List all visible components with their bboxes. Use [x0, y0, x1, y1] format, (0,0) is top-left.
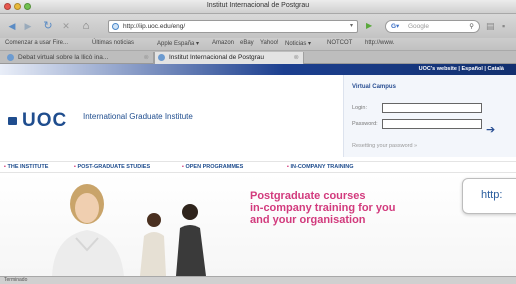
menu-label: POST-GRADUATE STUDIES — [77, 164, 151, 170]
logo-text: International Graduate Institute — [83, 112, 193, 121]
top-strip: UOC's website | Español | Català — [0, 64, 516, 75]
go-arrow-icon[interactable]: ▶ — [366, 22, 372, 30]
window-title: Institut Internacional de Postgrau — [206, 2, 310, 9]
tab-bar: Debat virtual sobre la llicò ina... ⊗ In… — [0, 50, 516, 64]
address-bar[interactable]: http://iip.uoc.edu/eng/ ▾ — [108, 20, 358, 33]
status-bar: Terminado — [0, 276, 516, 284]
bookmark-page-icon[interactable]: ▤ — [486, 20, 495, 32]
bookmark-item[interactable]: Comenzar a usar Fire... — [5, 40, 68, 46]
hero-banner: Postgraduate courses in-company training… — [0, 174, 516, 276]
site-links[interactable]: UOC's website | Español | Català — [419, 66, 504, 72]
main-menu: ▪ THE INSTITUTE ▪ POST-GRADUATE STUDIES … — [0, 161, 516, 173]
bookmark-item[interactable]: Últimas noticias — [92, 40, 134, 46]
bookmark-item[interactable]: Amazon — [212, 40, 234, 46]
headline-line: Postgraduate courses — [250, 190, 366, 202]
bookmark-item[interactable]: http://www. — [365, 40, 394, 46]
login-label: Login: — [352, 105, 367, 111]
search-icon[interactable]: ⚲ — [469, 21, 474, 32]
menu-label: IN-COMPANY TRAINING — [290, 164, 354, 170]
menu-item-postgraduate[interactable]: ▪ POST-GRADUATE STUDIES — [74, 164, 150, 170]
site-globe-icon — [112, 23, 119, 30]
password-input[interactable] — [382, 119, 482, 129]
tab-favicon-icon — [158, 54, 165, 61]
hero-headline: Postgraduate courses in-company training… — [250, 190, 480, 226]
url-dropdown-icon[interactable]: ▾ — [350, 21, 353, 32]
headline-line: in-company training for you — [250, 202, 396, 214]
menu-item-in-company[interactable]: ▪ IN-COMPANY TRAINING — [287, 164, 354, 170]
menu-label: THE INSTITUTE — [7, 164, 49, 170]
password-label: Password: — [352, 121, 378, 127]
hero-photo — [52, 184, 206, 276]
web-page: UOC's website | Español | Català UOC Int… — [0, 64, 516, 276]
menu-item-institute[interactable]: ▪ THE INSTITUTE — [4, 164, 48, 170]
url-text: http://iip.uoc.edu/eng/ — [123, 23, 186, 30]
search-placeholder: Google — [408, 23, 429, 30]
search-input[interactable]: G▾ Google ⚲ — [385, 20, 480, 33]
bookmark-item[interactable]: eBay — [240, 40, 254, 46]
status-text: Terminado — [4, 277, 28, 283]
browser-toolbar: ◀ ▶ ↻ ✕ ⌂ http://iip.uoc.edu/eng/ ▾ ▶ G▾… — [0, 14, 516, 38]
reload-icon[interactable]: ↻ — [42, 20, 54, 32]
headline-line: and your organisation — [250, 214, 366, 226]
tab-debat[interactable]: Debat virtual sobre la llicò ina... ⊗ — [4, 52, 154, 64]
close-tab-icon[interactable]: ⊗ — [144, 52, 149, 63]
close-tab-icon[interactable]: ⊗ — [294, 52, 299, 63]
extension-icon[interactable]: ▪ — [502, 20, 505, 32]
google-icon[interactable]: G▾ — [391, 21, 399, 32]
tab-institut[interactable]: Institut Internacional de Postgrau ⊗ — [154, 52, 304, 64]
logo-word: UOC — [22, 110, 68, 131]
bookmarks-bar: Comenzar a usar Fire... Últimas noticias… — [0, 38, 516, 50]
virtual-campus-panel: Virtual Campus Login: Password: ➔ Resett… — [343, 75, 516, 157]
virtual-campus-title: Virtual Campus — [352, 84, 396, 90]
login-input[interactable] — [382, 103, 482, 113]
tab-label: Debat virtual sobre la llicò ina... — [18, 54, 109, 61]
logo-mark-icon — [8, 117, 17, 125]
bookmark-item[interactable]: NOTCOT — [327, 40, 352, 46]
bookmark-item[interactable]: Apple España ▾ — [157, 40, 199, 47]
home-icon[interactable]: ⌂ — [80, 20, 92, 32]
tab-label: Institut Internacional de Postgrau — [169, 54, 265, 61]
login-submit-arrow-icon[interactable]: ➔ — [486, 125, 495, 136]
bookmark-item[interactable]: Yahoo! — [260, 40, 279, 46]
bookmark-item[interactable]: Noticias ▾ — [285, 40, 311, 47]
menu-label: OPEN PROGRAMMES — [185, 164, 244, 170]
menu-item-open-programmes[interactable]: ▪ OPEN PROGRAMMES — [182, 164, 243, 170]
reset-password-link[interactable]: Resetting your password » — [352, 143, 417, 149]
forward-arrow-icon[interactable]: ▶ — [22, 20, 34, 32]
title-bar: Institut Internacional de Postgrau — [0, 0, 516, 14]
tooltip-text: http: — [481, 189, 503, 201]
stop-icon[interactable]: ✕ — [60, 20, 72, 32]
back-arrow-icon[interactable]: ◀ — [6, 20, 18, 32]
tab-favicon-icon — [7, 54, 14, 61]
url-tooltip: http: — [462, 178, 516, 214]
